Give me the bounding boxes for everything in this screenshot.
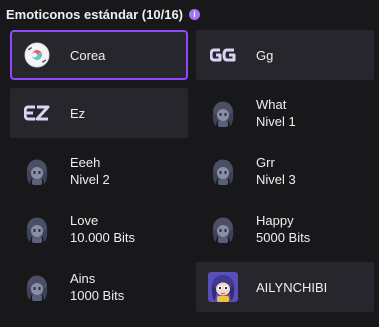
emote-panel: Emoticonos estándar (10/16) i Corea Gg E…	[0, 0, 379, 327]
emote-name: Happy	[256, 213, 294, 228]
emote-name: Eeeh	[70, 155, 101, 170]
emote-requirement: Nivel 1	[256, 114, 296, 129]
emote-tile-love[interactable]: Love 10.000 Bits	[10, 204, 188, 254]
chibi-silhouette-icon	[208, 156, 238, 186]
emote-tile-corea[interactable]: Corea	[10, 30, 188, 80]
emote-tile-what[interactable]: What Nivel 1	[196, 88, 374, 138]
emote-text: Love 10.000 Bits	[70, 212, 135, 246]
chibi-silhouette-icon	[208, 214, 238, 244]
korea-flag-badge-icon	[22, 40, 52, 70]
ez-logo-icon	[22, 98, 52, 128]
emote-tile-ez[interactable]: Ez	[10, 88, 188, 138]
chibi-silhouette-icon	[208, 98, 238, 128]
emote-requirement: Nivel 3	[256, 172, 296, 187]
emote-name: AILYNCHIBI	[256, 279, 328, 295]
emote-tile-gg[interactable]: Gg	[196, 30, 374, 80]
emote-tile-eeeh[interactable]: Eeeh Nivel 2	[10, 146, 188, 196]
emote-name: Corea	[70, 47, 106, 63]
emote-tile-happy[interactable]: Happy 5000 Bits	[196, 204, 374, 254]
chibi-avatar-icon	[208, 272, 238, 302]
emote-text: Corea	[70, 47, 105, 64]
emote-tile-grr[interactable]: Grr Nivel 3	[196, 146, 374, 196]
emote-text: Happy 5000 Bits	[256, 212, 310, 246]
emote-requirement: 1000 Bits	[70, 288, 125, 303]
chibi-silhouette-icon	[22, 214, 52, 244]
section-header: Emoticonos estándar (10/16) i	[6, 5, 200, 23]
emote-tile-ains[interactable]: Ains 1000 Bits	[10, 262, 188, 312]
emote-tile-ailynchibi[interactable]: AILYNCHIBI	[196, 262, 374, 312]
chibi-silhouette-icon	[22, 156, 52, 186]
emote-name: Love	[70, 213, 99, 228]
emote-text: Grr Nivel 3	[256, 154, 296, 188]
chibi-silhouette-icon	[22, 272, 52, 302]
emote-text: Gg	[256, 47, 273, 64]
emote-name: Gg	[256, 47, 274, 63]
info-icon[interactable]: i	[189, 9, 200, 20]
emote-text: Ez	[70, 105, 85, 122]
emote-requirement: 10.000 Bits	[70, 230, 136, 245]
emote-text: What Nivel 1	[256, 96, 296, 130]
emote-name: Grr	[256, 155, 275, 170]
emote-requirement: 5000 Bits	[256, 230, 311, 245]
emote-name: Ez	[70, 105, 86, 121]
emote-name: Ains	[70, 271, 96, 286]
emote-requirement: Nivel 2	[70, 172, 110, 187]
emote-text: Eeeh Nivel 2	[70, 154, 110, 188]
section-title: Emoticonos estándar (10/16)	[6, 6, 183, 22]
emote-text: AILYNCHIBI	[256, 279, 327, 296]
emote-name: What	[256, 97, 287, 112]
emote-text: Ains 1000 Bits	[70, 270, 124, 304]
gg-logo-icon	[208, 40, 238, 70]
